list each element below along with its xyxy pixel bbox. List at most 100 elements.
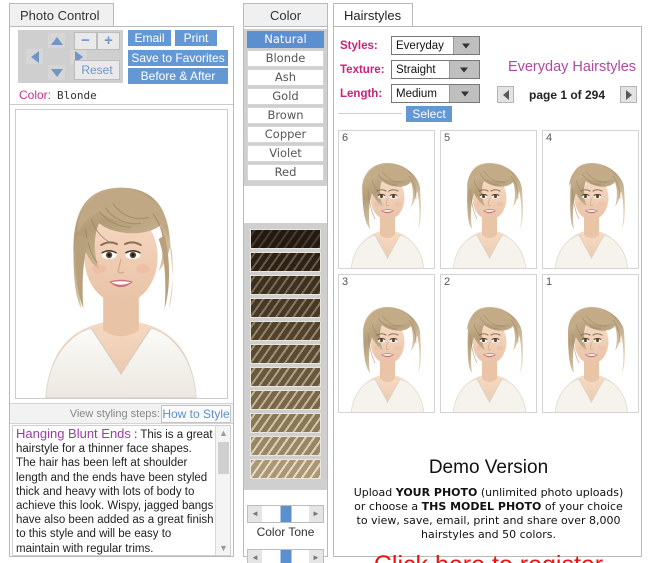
chevron-down-icon[interactable] (453, 37, 479, 54)
thumbnail-model-image (441, 275, 537, 413)
demo-line1-b: YOUR PHOTO (396, 486, 478, 499)
hair-swatch-6[interactable] (250, 344, 321, 364)
register-link[interactable]: Click here to register (338, 551, 639, 563)
brightness-right-arrow-icon[interactable]: ► (309, 550, 323, 563)
hairstyle-thumbnail[interactable]: 6 (338, 130, 435, 269)
scroll-up-icon[interactable]: ▲ (216, 426, 231, 440)
hair-swatch-3[interactable] (250, 275, 321, 295)
length-select-value: Medium (392, 88, 449, 100)
view-styling-steps-label: View styling steps: (70, 408, 160, 420)
color-option-violet[interactable]: Violet (247, 145, 324, 162)
up-arrow-icon (51, 37, 63, 45)
previous-page-button[interactable] (497, 86, 514, 103)
hair-swatch-10[interactable] (250, 436, 321, 456)
color-option-blonde[interactable]: Blonde (247, 50, 324, 67)
filter-row-styles: Styles: Everyday (340, 35, 480, 56)
brightness-left-arrow-icon[interactable]: ◄ (248, 550, 262, 563)
pan-left-button[interactable] (26, 49, 43, 64)
hair-swatch-2[interactable] (250, 252, 321, 272)
length-select[interactable]: Medium (391, 84, 480, 103)
demo-line1-a: Upload (354, 486, 396, 499)
filter-row-texture: Texture: Straight (340, 59, 480, 80)
demo-line-4: hairstyles and 50 colors. (338, 528, 639, 542)
styles-label: Styles: (340, 40, 391, 52)
tab-photo-control-label: Photo Control (20, 8, 100, 23)
email-button[interactable]: Email (128, 30, 171, 46)
current-color-label: Color: (19, 88, 51, 102)
brightness-thumb[interactable] (280, 550, 291, 563)
brightness-rail[interactable] (262, 550, 309, 563)
color-tone-track[interactable]: ◄ ► (247, 505, 324, 523)
main-photo-viewport[interactable] (15, 109, 228, 399)
color-option-red[interactable]: Red (247, 164, 324, 181)
chevron-down-icon[interactable] (449, 61, 479, 78)
hair-swatch-7[interactable] (250, 367, 321, 387)
before-after-button[interactable]: Before & After (128, 68, 228, 84)
color-tone-thumb[interactable] (280, 506, 291, 522)
left-arrow-icon (31, 51, 39, 63)
description-scrollbar[interactable]: ▲ ▼ (215, 426, 230, 555)
hair-swatch-8[interactable] (250, 390, 321, 410)
category-title: Everyday Hairstyles (502, 59, 642, 75)
color-option-brown[interactable]: Brown (247, 107, 324, 124)
thumbnail-model-image (543, 275, 639, 413)
page-indicator: page 1 of 294 (529, 88, 605, 102)
style-description-title: Hanging Blunt Ends (16, 426, 131, 441)
style-description-body: This is a great hairstyle for a thinner … (16, 429, 214, 555)
color-tone-right-arrow-icon[interactable]: ► (309, 506, 323, 522)
hairstyles-panel: Styles: Everyday Texture: Straight Lengt… (333, 26, 642, 557)
tab-hairstyles-label: Hairstyles (344, 8, 401, 23)
hairstyle-thumbnail[interactable]: 2 (440, 274, 537, 413)
color-panel: Natural Blonde Ash Gold Brown Copper Vio… (243, 26, 328, 557)
brightness-slider[interactable]: ◄ ► Brightness (247, 549, 324, 563)
hairstyle-thumbnail[interactable]: 5 (440, 130, 537, 269)
pan-up-button[interactable] (48, 33, 65, 48)
demo-line2-c: of your choice (541, 500, 622, 513)
how-to-style-button[interactable]: How to Style (161, 405, 231, 423)
tab-color[interactable]: Color (243, 3, 328, 27)
reset-button[interactable]: Reset (74, 60, 120, 80)
color-option-natural[interactable]: Natural (247, 31, 324, 48)
hair-swatch-4[interactable] (250, 298, 321, 318)
brightness-track[interactable]: ◄ ► (247, 549, 324, 563)
color-tone-rail[interactable] (262, 506, 309, 522)
styles-select[interactable]: Everyday (391, 36, 480, 55)
texture-select[interactable]: Straight (391, 60, 480, 79)
length-label: Length: (340, 88, 391, 100)
next-page-button[interactable] (620, 86, 637, 103)
select-button[interactable]: Select (406, 106, 452, 122)
hairstyle-thumbnail[interactable]: 1 (542, 274, 639, 413)
zoom-in-button[interactable]: + (97, 32, 120, 50)
model-portrait-image (16, 110, 227, 398)
hair-swatch-11[interactable] (250, 459, 321, 479)
scrollbar-thumb[interactable] (218, 442, 229, 474)
scroll-down-icon[interactable]: ▼ (216, 541, 231, 555)
print-button[interactable]: Print (175, 30, 217, 46)
tab-hairstyles[interactable]: Hairstyles (333, 3, 413, 27)
hair-color-swatch-list (244, 223, 327, 490)
hair-swatch-9[interactable] (250, 413, 321, 433)
photo-pan-dpad[interactable]: − + Reset (18, 30, 123, 83)
color-tone-slider[interactable]: ◄ ► Color Tone (247, 505, 324, 539)
color-option-gold[interactable]: Gold (247, 88, 324, 105)
chevron-down-icon[interactable] (449, 85, 479, 102)
hair-swatch-5[interactable] (250, 321, 321, 341)
demo-line1-c: (unlimited photo uploads) (477, 486, 623, 499)
hairstyle-thumbnail[interactable]: 4 (542, 130, 639, 269)
thumbnail-number: 3 (342, 276, 348, 288)
photo-action-buttons: Email Print Save to Favorites Before & A… (128, 30, 228, 86)
texture-select-value: Straight (392, 64, 449, 76)
color-tone-left-arrow-icon[interactable]: ◄ (248, 506, 262, 522)
thumbnail-number: 2 (444, 276, 450, 288)
filter-row-length: Length: Medium (340, 83, 480, 104)
pan-down-button[interactable] (48, 65, 65, 80)
color-option-ash[interactable]: Ash (247, 69, 324, 86)
demo-line-3: to view, save, email, print and share ov… (338, 514, 639, 528)
tab-photo-control[interactable]: Photo Control (9, 3, 114, 27)
hairstyle-thumbnail[interactable]: 3 (338, 274, 435, 413)
hair-swatch-1[interactable] (250, 229, 321, 249)
zoom-out-button[interactable]: − (74, 32, 97, 50)
save-to-favorites-button[interactable]: Save to Favorites (128, 50, 228, 66)
color-option-copper[interactable]: Copper (247, 126, 324, 143)
hairstyle-thumbnail-grid: 654 3 2 1 (338, 130, 639, 413)
